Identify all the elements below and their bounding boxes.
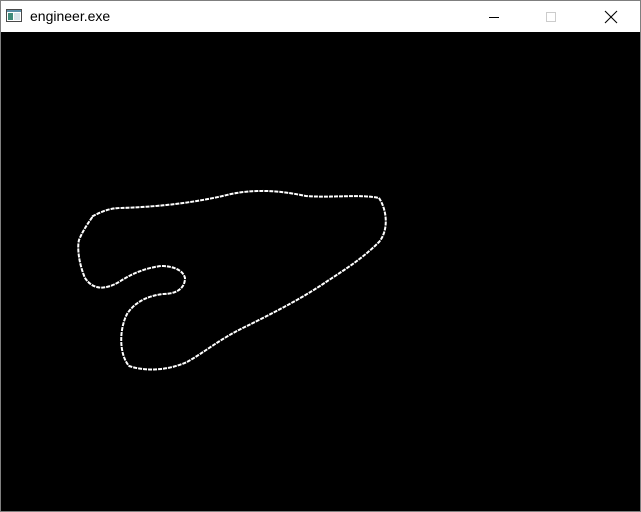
close-button[interactable] — [588, 1, 634, 32]
dotted-track-outline — [77, 189, 387, 371]
minimize-icon — [489, 16, 499, 18]
maximize-button — [528, 1, 574, 32]
track-drawing — [77, 189, 387, 371]
maximize-icon — [546, 11, 556, 22]
minimize-button[interactable] — [471, 1, 517, 32]
app-window: engineer.exe — [0, 0, 641, 512]
close-icon — [604, 10, 618, 23]
app-icon — [6, 9, 22, 22]
drawing-canvas[interactable] — [1, 32, 640, 511]
window-title: engineer.exe — [30, 8, 111, 24]
title-bar[interactable]: engineer.exe — [1, 1, 640, 32]
